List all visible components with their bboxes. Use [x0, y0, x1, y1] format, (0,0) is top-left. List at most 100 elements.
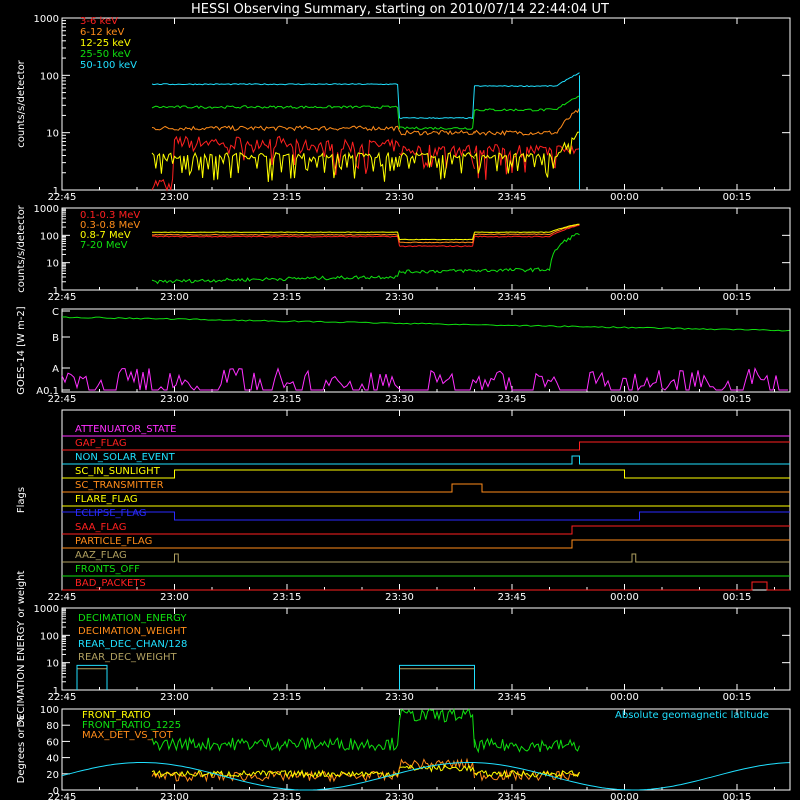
- y-tick-label: 1: [53, 286, 59, 297]
- x-tick-label: 23:30: [385, 192, 414, 203]
- trace-rear-dec-weight: [76, 668, 108, 690]
- flag-trace: [62, 525, 790, 535]
- legend-entry: DECIMATION_WEIGHT: [78, 626, 187, 637]
- flag-trace: [62, 469, 790, 479]
- y-tick-label: 100: [40, 231, 59, 242]
- x-tick-label: 23:30: [385, 792, 414, 800]
- trace-rear-dec-weight: [399, 668, 475, 690]
- flag-label: SAA_FLAG: [75, 522, 126, 533]
- flag-trace: [62, 441, 790, 451]
- series-6-12keV: [151, 107, 580, 137]
- y-tick-label: 60: [46, 737, 59, 748]
- series-7-20MeV: [151, 233, 580, 285]
- panel-frame-2: [61, 207, 791, 291]
- y-tick-label: B: [52, 333, 59, 344]
- y-tick-label: 1000: [34, 14, 59, 25]
- x-tick-label: 00:00: [610, 692, 639, 703]
- legend-entry: 3-6 keV: [80, 16, 118, 27]
- x-tick-label: 00:15: [723, 192, 752, 203]
- panel-frame-4: [61, 409, 791, 591]
- x-tick-label: 23:00: [160, 792, 189, 800]
- x-tick-label: 22:45: [48, 592, 77, 603]
- legend-entry: 12-25 keV: [80, 38, 131, 49]
- x-tick-label: 23:30: [385, 292, 414, 303]
- y-tick-label: 1: [53, 686, 59, 697]
- y-tick-label: C: [52, 307, 59, 318]
- x-tick-label: 23:15: [273, 692, 302, 703]
- y-axis-label-degrees: Degrees or %: [16, 716, 27, 784]
- flag-label: BAD_PACKETS: [75, 578, 146, 589]
- x-tick-label: 00:15: [723, 692, 752, 703]
- x-tick-label: 23:45: [498, 792, 527, 800]
- legend-entry: 50-100 keV: [80, 60, 137, 71]
- x-tick-label: 00:15: [723, 292, 752, 303]
- x-tick-label: 00:00: [610, 292, 639, 303]
- x-tick-label: 23:00: [160, 192, 189, 203]
- plot-title: HESSI Observing Summary, starting on 201…: [191, 2, 609, 17]
- flag-label: ATTENUATOR_STATE: [75, 424, 176, 435]
- flag-label: SC_IN_SUNLIGHT: [75, 466, 161, 477]
- x-tick-label: 23:45: [498, 192, 527, 203]
- legend-entry: 7-20 MeV: [80, 240, 128, 251]
- x-tick-label: 23:45: [498, 592, 527, 603]
- x-tick-label: 00:15: [723, 592, 752, 603]
- flag-trace: [62, 539, 790, 549]
- x-tick-label: 23:00: [160, 692, 189, 703]
- flag-label: ECLIPSE_FLAG: [75, 508, 146, 519]
- y-tick-label: 1000: [34, 204, 59, 215]
- y-tick-label: 20: [46, 770, 59, 781]
- x-tick-label: 23:00: [160, 592, 189, 603]
- legend-entry: 6-12 keV: [80, 27, 124, 38]
- y-tick-label: 100: [40, 71, 59, 82]
- x-tick-label: 00:00: [610, 394, 639, 405]
- x-tick-label: 23:15: [273, 292, 302, 303]
- y-axis-label-flags: Flags: [16, 487, 27, 513]
- series-front-ratio: [151, 763, 580, 779]
- flag-label: SC_TRANSMITTER: [75, 480, 164, 491]
- y-tick-label: 1000: [34, 604, 59, 615]
- series-25-50keV: [151, 95, 580, 130]
- series-goes-short: [61, 367, 788, 392]
- x-tick-label: 00:00: [610, 592, 639, 603]
- legend-entry: REAR_DEC_CHAN/128: [78, 639, 187, 650]
- y-tick-label: 10: [46, 659, 59, 670]
- x-tick-label: 23:30: [385, 592, 414, 603]
- legend-entry: MAX_DET_VS_TOT: [82, 730, 174, 741]
- series-50-100keV: [151, 72, 580, 120]
- y-tick-label: 0: [53, 786, 59, 797]
- y-tick-label: 40: [46, 754, 59, 765]
- y-tick-label: 1: [53, 186, 59, 197]
- x-tick-label: 23:15: [273, 792, 302, 800]
- x-tick-label: 23:45: [498, 394, 527, 405]
- flag-label: FLARE_FLAG: [75, 494, 138, 505]
- y-axis-label-decimation: DECIMATION ENERGY or weight: [16, 570, 27, 727]
- legend-entry: DECIMATION_ENERGY: [78, 613, 187, 624]
- series-0.3-0.8MeV: [151, 223, 580, 244]
- y-tick-label: A0.1: [36, 386, 59, 397]
- annotation-geomagnetic: Absolute geomagnetic latitude: [615, 710, 769, 721]
- hessi-summary-plot: HESSI Observing Summary, starting on 201…: [0, 0, 800, 800]
- series-0.8-7MeV: [152, 223, 580, 241]
- y-tick-label: A: [52, 364, 59, 375]
- y-tick-label: 100: [40, 631, 59, 642]
- x-tick-label: 00:00: [610, 192, 639, 203]
- x-tick-label: 23:15: [273, 394, 302, 405]
- y-axis-label-counts-mev: counts/s/detector: [16, 204, 27, 292]
- y-tick-label: 10: [46, 259, 59, 270]
- x-tick-label: 23:15: [273, 192, 302, 203]
- x-tick-label: 00:15: [723, 792, 752, 800]
- y-axis-label-goes: GOES-14 [W m-2]: [16, 306, 27, 394]
- series-goes-long: [61, 316, 790, 332]
- series-max-det: [151, 757, 580, 783]
- flag-label: PARTICLE_FLAG: [75, 536, 152, 547]
- plot-canvas: HESSI Observing Summary, starting on 201…: [16, 2, 791, 800]
- flag-trace: [62, 483, 790, 493]
- flag-trace: [62, 511, 790, 521]
- x-tick-label: 00:00: [610, 792, 639, 800]
- x-tick-label: 23:15: [273, 592, 302, 603]
- y-tick-label: 80: [46, 721, 59, 732]
- y-tick-label: 100: [40, 705, 59, 716]
- flag-label: AAZ_FLAG: [75, 550, 127, 561]
- series-front-ratio-1225: [151, 707, 580, 754]
- series-0.1-0.3MeV: [152, 224, 580, 248]
